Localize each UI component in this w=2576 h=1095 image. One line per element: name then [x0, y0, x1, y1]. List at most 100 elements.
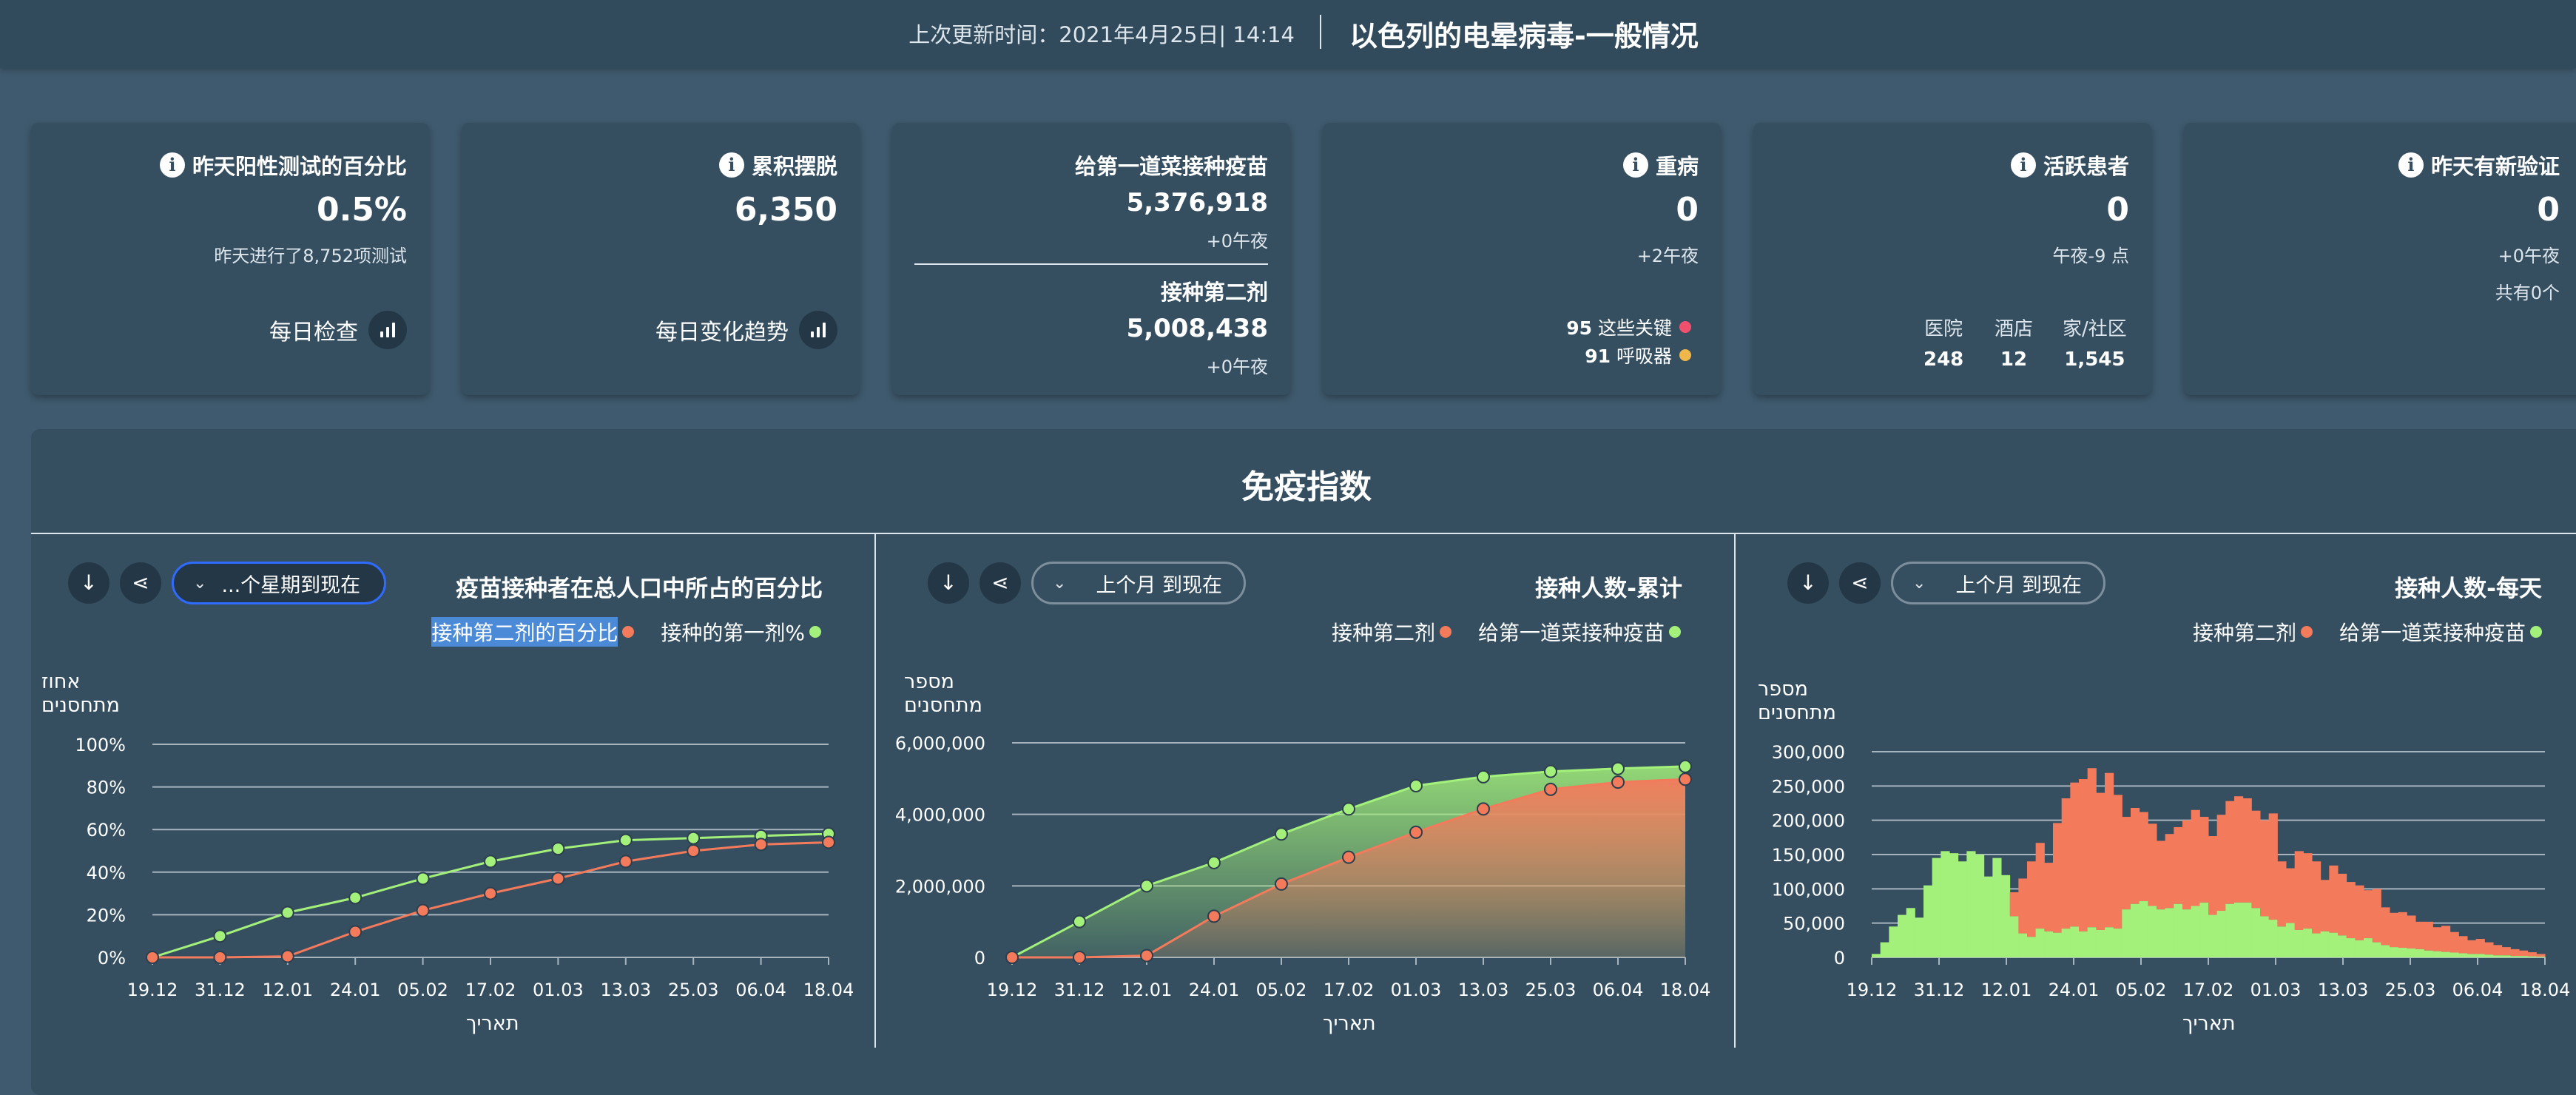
bar-first-dose [1941, 851, 1950, 957]
bar-second-dose [2320, 880, 2330, 931]
bar-second-dose [2061, 798, 2071, 929]
y-tick-label: 50,000 [1783, 914, 1845, 934]
bar-second-dose [2286, 868, 2296, 923]
bar-second-dose [2501, 947, 2511, 956]
bar-second-dose [2424, 921, 2433, 951]
bar-first-dose [2174, 903, 2183, 957]
bar-first-dose [2355, 940, 2364, 957]
x-tick-label: 12.01 [1981, 980, 2032, 1000]
bar-first-dose [2199, 902, 2209, 957]
bar-first-dose [2277, 926, 2287, 957]
bar-first-dose [2001, 875, 2011, 957]
bar-first-dose [2338, 935, 2347, 957]
bar-second-dose [2139, 812, 2148, 902]
x-tick-label: 19.12 [1847, 980, 1898, 1000]
bar-first-dose [1880, 942, 1889, 957]
bar-first-dose [2018, 933, 2028, 957]
bar-first-dose [2113, 929, 2122, 957]
x-tick-label: 17.02 [2183, 980, 2234, 1000]
bar-first-dose [1932, 858, 1941, 957]
y-tick-label: 300,000 [1772, 742, 1845, 763]
bar-first-dose [2510, 956, 2520, 957]
y-tick-label: 150,000 [1772, 845, 1845, 866]
bar-second-dose [2182, 820, 2192, 910]
bar-second-dose [2018, 878, 2028, 934]
bar-first-dose [1923, 885, 1933, 957]
bar-first-dose [2484, 954, 2494, 957]
bar-second-dose [2122, 817, 2131, 910]
bar-first-dose [2501, 955, 2511, 957]
bar-second-dose [2251, 810, 2261, 909]
bar-second-dose [2191, 809, 2200, 906]
bar-first-dose [2390, 947, 2399, 957]
y-tick-label: 250,000 [1772, 776, 1845, 797]
bar-second-dose [2484, 942, 2494, 955]
x-tick-label: 01.03 [2250, 980, 2302, 1000]
bar-second-dose [2009, 892, 2019, 917]
bar-second-dose [2096, 792, 2105, 930]
bar-first-dose [2242, 902, 2252, 957]
bar-first-dose [2087, 927, 2097, 957]
bar-first-dose [1992, 858, 2002, 957]
bar-first-dose [2260, 916, 2270, 957]
bar-second-dose [2441, 926, 2451, 952]
x-tick-label: 25.03 [2385, 980, 2436, 1000]
x-tick-label: 13.03 [2318, 980, 2369, 1000]
chart3-svg: 0 50,000 100,000 150,000 200,000 250,000 300,0… [1772, 742, 2571, 1000]
bar-second-dose [2277, 861, 2287, 927]
y-tick-label: 0 [1834, 948, 1845, 968]
bar-first-dose [2131, 903, 2140, 957]
bar-first-dose [1898, 914, 1907, 957]
y-tick-label: 100,000 [1772, 879, 1845, 900]
bar-second-dose [2475, 938, 2485, 954]
bar-first-dose [2009, 916, 2019, 957]
bar-second-dose [2458, 936, 2468, 954]
bar-second-dose [2113, 795, 2122, 929]
bar-second-dose [2364, 890, 2373, 939]
bar-first-dose [2381, 945, 2390, 957]
bar-first-dose [2139, 901, 2148, 957]
bar-first-dose [2294, 929, 2304, 957]
bar-first-dose [2208, 914, 2218, 957]
bar-second-dose [2216, 815, 2226, 911]
bar-first-dose [2122, 909, 2131, 957]
bar-second-dose [2131, 807, 2140, 904]
x-tick-label: 06.04 [2452, 980, 2503, 1000]
bar-second-dose [2079, 779, 2088, 931]
bar-first-dose [2467, 954, 2477, 957]
bar-first-dose [2329, 932, 2339, 957]
bar-second-dose [2044, 863, 2054, 931]
bar-first-dose [2407, 948, 2416, 957]
bar-first-dose [1966, 851, 1976, 957]
bar-first-dose [2458, 953, 2468, 957]
bar-first-dose [2157, 909, 2166, 957]
bar-first-dose [2216, 910, 2226, 957]
bar-second-dose [2070, 782, 2080, 927]
bar-first-dose [1915, 917, 1924, 957]
bar-first-dose [2061, 929, 2071, 957]
bar-first-dose [2432, 951, 2442, 957]
bar-second-dose [2329, 865, 2339, 933]
bar-first-dose [2475, 954, 2485, 957]
bar-first-dose [2079, 931, 2088, 957]
bar-first-dose [2182, 909, 2192, 957]
bar-second-dose [2268, 813, 2278, 920]
bar-first-dose [2286, 923, 2296, 957]
bar-first-dose [2105, 927, 2114, 957]
bar-first-dose [2268, 920, 2278, 957]
bar-first-dose [2364, 938, 2373, 957]
bar-first-dose [2519, 956, 2529, 957]
bar-second-dose [2398, 912, 2407, 949]
bar-first-dose [1949, 853, 1959, 957]
bar-first-dose [2320, 931, 2330, 957]
bar-second-dose [2053, 823, 2063, 933]
bar-first-dose [2415, 949, 2425, 957]
bar-first-dose [2398, 948, 2407, 957]
bar-first-dose [2234, 902, 2244, 957]
bar-second-dose [2303, 853, 2313, 929]
bar-second-dose [2148, 823, 2157, 906]
bar-first-dose [2053, 932, 2063, 957]
x-tick-label: 31.12 [1914, 980, 1965, 1000]
bar-second-dose [2493, 945, 2503, 956]
bar-second-dose [2355, 885, 2364, 940]
